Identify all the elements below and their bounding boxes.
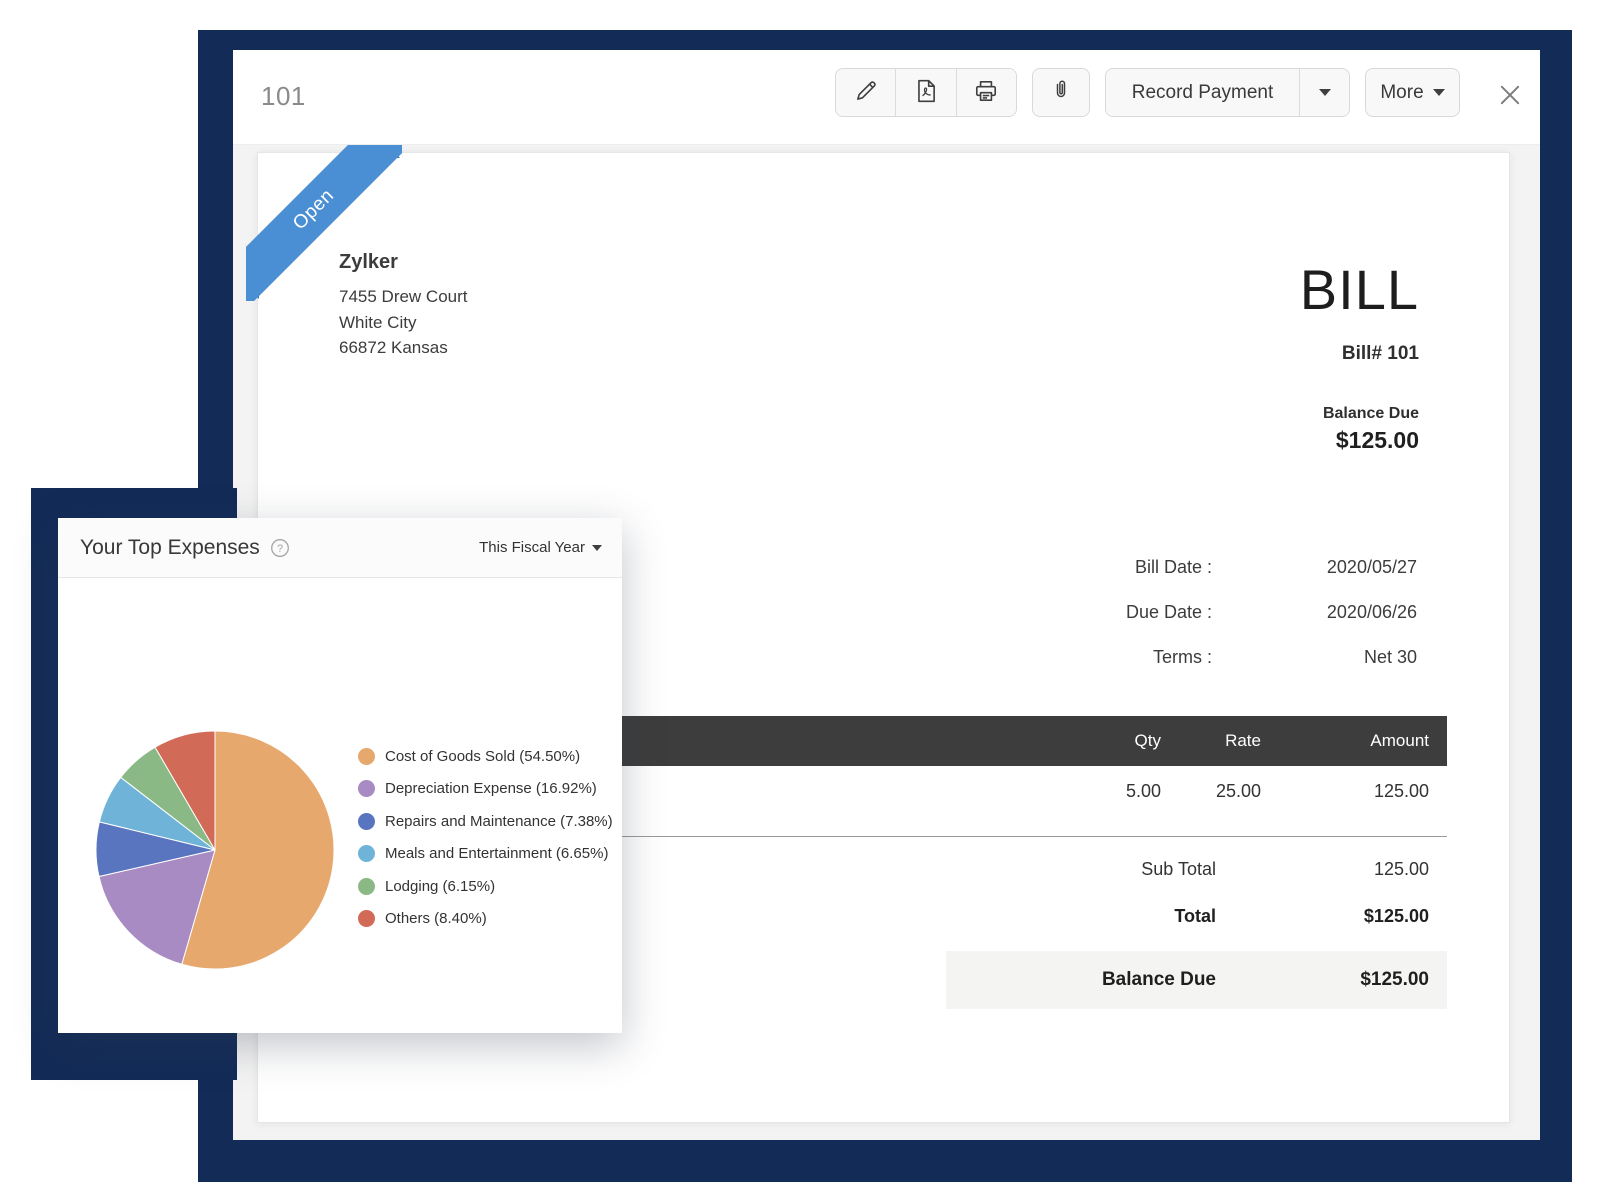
period-filter-dropdown[interactable]: This Fiscal Year — [479, 539, 602, 556]
expenses-card-header: Your Top Expenses ? This Fiscal Year — [58, 518, 622, 578]
legend-item: Depreciation Expense (16.92%) — [358, 777, 613, 801]
legend-swatch-icon — [358, 780, 375, 797]
subtotal-value: 125.00 — [1374, 859, 1429, 880]
legend-label: Lodging (6.15%) — [385, 878, 495, 895]
legend-swatch-icon — [358, 878, 375, 895]
due-date-value: 2020/06/26 — [1327, 602, 1417, 623]
subtotal-label: Sub Total — [1141, 859, 1216, 880]
legend-swatch-icon — [358, 813, 375, 830]
total-row: Total $125.00 — [887, 906, 1447, 932]
legend-label: Depreciation Expense (16.92%) — [385, 780, 597, 797]
more-button-label: More — [1380, 82, 1423, 104]
paperclip-icon — [1049, 78, 1073, 108]
vendor-address-line: White City — [339, 310, 468, 336]
legend-item: Cost of Goods Sold (54.50%) — [358, 744, 613, 768]
total-value: $125.00 — [1364, 906, 1429, 927]
balance-row-value: $125.00 — [1360, 951, 1429, 1009]
document-type-title: BILL — [1300, 257, 1419, 322]
expenses-title: Your Top Expenses — [80, 536, 260, 560]
legend-item: Lodging (6.15%) — [358, 874, 613, 898]
pdf-icon — [913, 78, 939, 107]
balance-row-label: Balance Due — [1102, 951, 1216, 1009]
total-label: Total — [1174, 906, 1216, 927]
more-button[interactable]: More — [1365, 68, 1460, 117]
legend-label: Cost of Goods Sold (54.50%) — [385, 748, 580, 765]
period-filter-label: This Fiscal Year — [479, 539, 585, 556]
legend-item: Meals and Entertainment (6.65%) — [358, 842, 613, 866]
chevron-down-icon — [1433, 89, 1445, 96]
due-date-row: Due Date : 2020/06/26 — [977, 602, 1417, 626]
balance-due-label: Balance Due — [1323, 405, 1419, 423]
help-icon[interactable]: ? — [270, 538, 290, 558]
vendor-address-line: 66872 Kansas — [339, 335, 468, 361]
top-expenses-card: Your Top Expenses ? This Fiscal Year Cos… — [58, 518, 622, 1033]
printer-icon — [973, 78, 999, 107]
legend-item: Repairs and Maintenance (7.38%) — [358, 809, 613, 833]
terms-row: Terms : Net 30 — [977, 647, 1417, 671]
terms-value: Net 30 — [1364, 647, 1417, 668]
balance-due-amount: $125.00 — [1336, 427, 1419, 454]
expense-legend: Cost of Goods Sold (54.50%) Depreciation … — [358, 744, 613, 939]
status-ribbon-label: Open — [289, 185, 339, 235]
document-actions-group — [835, 68, 1017, 117]
rate-cell: 25.00 — [1216, 766, 1261, 816]
legend-swatch-icon — [358, 748, 375, 765]
close-icon[interactable] — [1496, 81, 1524, 109]
status-ribbon-band: Open — [246, 145, 402, 301]
record-payment-split-button: Record Payment — [1105, 68, 1350, 117]
record-payment-button[interactable]: Record Payment — [1106, 69, 1299, 116]
record-payment-dropdown-button[interactable] — [1299, 69, 1349, 116]
bill-number: Bill# 101 — [1342, 343, 1419, 365]
expense-pie-chart — [95, 730, 335, 970]
qty-cell: 5.00 — [1126, 766, 1161, 816]
page: 101 — [0, 0, 1600, 1200]
amount-cell: 125.00 — [1374, 766, 1429, 816]
bill-date-value: 2020/05/27 — [1327, 557, 1417, 578]
edit-button[interactable] — [836, 69, 895, 116]
print-button[interactable] — [956, 69, 1016, 116]
legend-label: Others (8.40%) — [385, 910, 487, 927]
attachments-button[interactable] — [1032, 68, 1090, 117]
qty-column-header: Qty — [1135, 716, 1161, 766]
bill-date-label: Bill Date : — [1135, 557, 1212, 578]
terms-label: Terms : — [1153, 647, 1212, 668]
window-header: 101 — [233, 50, 1540, 145]
rate-column-header: Rate — [1225, 716, 1261, 766]
chevron-down-icon — [592, 545, 602, 551]
pencil-icon — [853, 78, 879, 107]
legend-label: Repairs and Maintenance (7.38%) — [385, 813, 613, 830]
due-date-label: Due Date : — [1126, 602, 1212, 623]
expenses-card-body: Cost of Goods Sold (54.50%) Depreciation … — [58, 578, 622, 1033]
svg-text:?: ? — [277, 543, 283, 555]
status-ribbon: Open — [246, 145, 402, 301]
legend-item: Others (8.40%) — [358, 907, 613, 931]
legend-label: Meals and Entertainment (6.65%) — [385, 845, 608, 862]
bill-date-row: Bill Date : 2020/05/27 — [977, 557, 1417, 581]
chevron-down-icon — [1319, 89, 1331, 96]
legend-swatch-icon — [358, 845, 375, 862]
balance-due-row: Balance Due $125.00 — [946, 951, 1447, 1009]
amount-column-header: Amount — [1370, 716, 1429, 766]
legend-swatch-icon — [358, 910, 375, 927]
pdf-button[interactable] — [895, 69, 955, 116]
bill-number-title: 101 — [261, 81, 306, 112]
subtotal-row: Sub Total 125.00 — [887, 859, 1447, 885]
